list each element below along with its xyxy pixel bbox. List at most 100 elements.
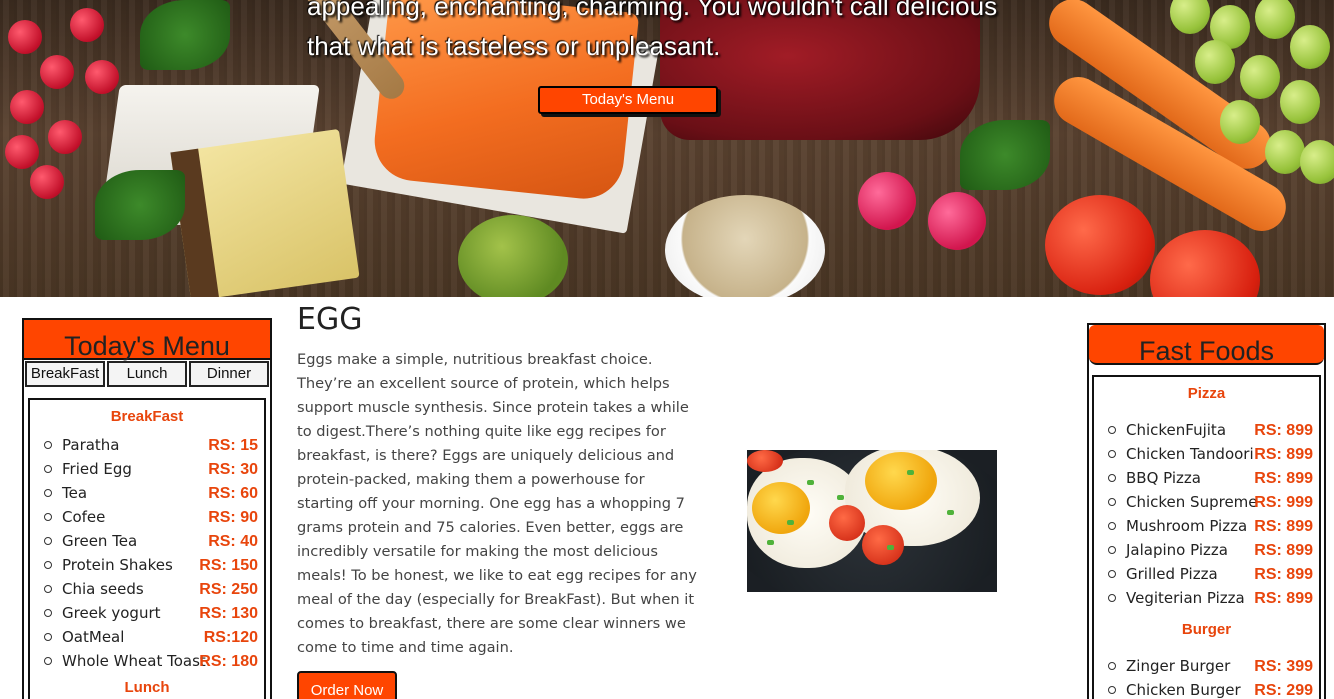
- item-price: RS: 150: [199, 557, 258, 574]
- list-item[interactable]: Paratha RS: 15: [30, 434, 264, 458]
- order-now-button[interactable]: Order Now: [297, 671, 397, 699]
- list-item[interactable]: Greek yogurt RS: 130: [30, 602, 264, 626]
- bullet-icon: [1108, 474, 1116, 482]
- item-name: BBQ Pizza: [1126, 469, 1201, 487]
- hero-banner: appealing, enchanting, charming. You wou…: [0, 0, 1334, 297]
- list-item[interactable]: Chicken Burger RS: 299: [1094, 679, 1319, 699]
- bullet-icon: [44, 585, 52, 593]
- breakfast-title: BreakFast: [110, 408, 184, 425]
- todays-menu-button[interactable]: Today's Menu: [538, 86, 718, 114]
- item-price: RS: 899: [1254, 470, 1313, 487]
- breakfast-menu-box: BreakFast Paratha RS: 15 Fried Egg RS: 30 Te…: [28, 398, 266, 699]
- list-item[interactable]: Green Tea RS: 40: [30, 530, 264, 554]
- bullet-icon: [44, 657, 52, 665]
- fast-foods-panel: Fast Foods Pizza ChickenFujita RS: 899 Chi…: [1087, 323, 1326, 699]
- item-name: Jalapino Pizza: [1126, 541, 1228, 559]
- item-name: ChickenFujita: [1126, 421, 1227, 439]
- pizza-title: Pizza: [1187, 385, 1226, 402]
- item-price: RS: 899: [1254, 446, 1313, 463]
- list-item[interactable]: Cofee RS: 90: [30, 506, 264, 530]
- list-item[interactable]: Mushroom Pizza RS: 899: [1094, 515, 1319, 539]
- item-name: Chicken Supreme: [1126, 493, 1258, 511]
- todays-menu-panel: Today's Menu BreakFast Lunch Dinner Brea…: [22, 318, 272, 699]
- fried-egg-image: [747, 450, 997, 592]
- burger-list: Zinger Burger RS: 399 Chicken Burger RS: 29…: [1094, 655, 1319, 699]
- list-item[interactable]: Jalapino Pizza RS: 899: [1094, 539, 1319, 563]
- tab-lunch[interactable]: Lunch: [107, 361, 187, 387]
- tab-dinner[interactable]: Dinner: [189, 361, 269, 387]
- item-price: RS: 899: [1254, 542, 1313, 559]
- item-price: RS: 180: [199, 653, 258, 670]
- item-price: RS: 15: [208, 437, 258, 454]
- item-price: RS: 90: [208, 509, 258, 526]
- bullet-icon: [44, 513, 52, 521]
- item-price: RS:120: [203, 629, 258, 646]
- list-item[interactable]: OatMeal RS:120: [30, 626, 264, 650]
- item-price: RS: 899: [1254, 590, 1313, 607]
- item-price: RS: 60: [208, 485, 258, 502]
- item-name: Protein Shakes: [62, 556, 173, 574]
- item-name: Chicken Burger: [1126, 681, 1241, 699]
- list-item[interactable]: Tea RS: 60: [30, 482, 264, 506]
- egg-heading: EGG: [297, 302, 363, 337]
- list-item[interactable]: Chicken Tandoori RS: 899: [1094, 443, 1319, 467]
- list-item[interactable]: ChickenFujita RS: 899: [1094, 419, 1319, 443]
- item-name: Green Tea: [62, 532, 138, 550]
- fast-foods-title: Fast Foods: [1089, 325, 1324, 366]
- bullet-icon: [44, 633, 52, 641]
- list-item[interactable]: Chia seeds RS: 250: [30, 578, 264, 602]
- bullet-icon: [1108, 546, 1116, 554]
- item-price: RS: 999: [1254, 494, 1313, 511]
- item-name: Grilled Pizza: [1126, 565, 1218, 583]
- meal-tabs: BreakFast Lunch Dinner: [24, 360, 270, 387]
- item-price: RS: 130: [199, 605, 258, 622]
- breakfast-list: Paratha RS: 15 Fried Egg RS: 30 Tea RS: 60 Cof…: [30, 434, 264, 674]
- item-price: RS: 40: [208, 533, 258, 550]
- list-item[interactable]: Whole Wheat Toast RS: 180: [30, 650, 264, 674]
- yellow-cheese-image: [170, 128, 360, 297]
- lunch-title: Lunch: [124, 679, 170, 696]
- item-name: Mushroom Pizza: [1126, 517, 1248, 535]
- todays-menu-title: Today's Menu: [24, 320, 270, 361]
- egg-description: Eggs make a simple, nutritious breakfast…: [297, 351, 697, 656]
- burger-title: Burger: [1181, 621, 1232, 638]
- item-name: Fried Egg: [62, 460, 132, 478]
- item-name: Chia seeds: [62, 580, 144, 598]
- bullet-icon: [1108, 662, 1116, 670]
- hero-quote: appealing, enchanting, charming. You wou…: [307, 0, 998, 61]
- list-item[interactable]: Grilled Pizza RS: 899: [1094, 563, 1319, 587]
- item-name: Greek yogurt: [62, 604, 161, 622]
- bullet-icon: [1108, 686, 1116, 694]
- tab-breakfast[interactable]: BreakFast: [25, 361, 105, 387]
- bullet-icon: [1108, 450, 1116, 458]
- list-item[interactable]: BBQ Pizza RS: 899: [1094, 467, 1319, 491]
- item-name: Whole Wheat Toast: [62, 652, 206, 670]
- bullet-icon: [1108, 594, 1116, 602]
- bullet-icon: [44, 561, 52, 569]
- list-item[interactable]: Protein Shakes RS: 150: [30, 554, 264, 578]
- item-name: Chicken Tandoori: [1126, 445, 1254, 463]
- item-price: RS: 399: [1254, 658, 1313, 675]
- item-price: RS: 899: [1254, 566, 1313, 583]
- item-name: OatMeal: [62, 628, 125, 646]
- item-price: RS: 899: [1254, 518, 1313, 535]
- item-price: RS: 250: [199, 581, 258, 598]
- list-item[interactable]: Vegiterian Pizza RS: 899: [1094, 587, 1319, 611]
- item-name: Zinger Burger: [1126, 657, 1231, 675]
- bullet-icon: [44, 609, 52, 617]
- pistachio-bowl-image: [665, 195, 825, 297]
- bullet-icon: [1108, 570, 1116, 578]
- bullet-icon: [1108, 426, 1116, 434]
- list-item[interactable]: Zinger Burger RS: 399: [1094, 655, 1319, 679]
- bullet-icon: [44, 537, 52, 545]
- item-price: RS: 30: [208, 461, 258, 478]
- item-name: Cofee: [62, 508, 106, 526]
- item-price: RS: 899: [1254, 422, 1313, 439]
- fast-foods-box: Pizza ChickenFujita RS: 899 Chicken Tandoo…: [1092, 375, 1321, 699]
- list-item[interactable]: Chicken Supreme RS: 999: [1094, 491, 1319, 515]
- bullet-icon: [44, 465, 52, 473]
- bullet-icon: [1108, 498, 1116, 506]
- bullet-icon: [44, 441, 52, 449]
- list-item[interactable]: Fried Egg RS: 30: [30, 458, 264, 482]
- bullet-icon: [1108, 522, 1116, 530]
